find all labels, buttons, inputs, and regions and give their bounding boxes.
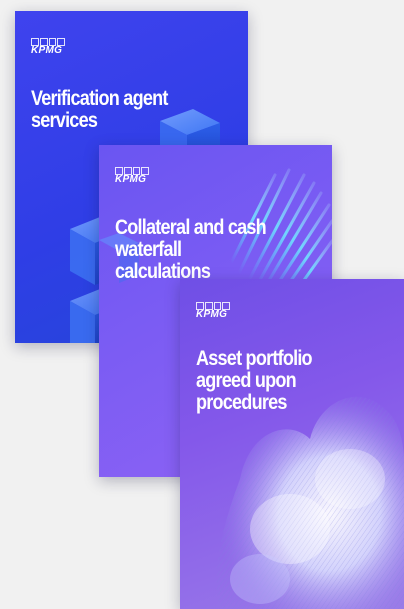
title-line: procedures [196, 391, 287, 414]
kpmg-logo: KPMG [196, 302, 230, 322]
title-line: Asset portfolio [196, 347, 313, 370]
title-line: agreed upon [196, 369, 297, 392]
logo-text: KPMG [115, 174, 147, 185]
card-title: Collateral and cash waterfall calculatio… [115, 217, 321, 283]
logo-text: KPMG [31, 45, 63, 56]
title-line: waterfall [115, 238, 182, 261]
logo-text: KPMG [196, 309, 228, 320]
kpmg-logo: KPMG [115, 167, 149, 187]
kpmg-logo: KPMG [31, 38, 65, 58]
brochure-cover-asset-portfolio[interactable]: KPMG Asset portfolio agreed upon procedu… [180, 279, 404, 609]
card-title: Asset portfolio agreed upon procedures [196, 348, 402, 414]
title-line: Collateral and cash [115, 216, 267, 239]
title-line: Verification agent [31, 87, 168, 110]
title-line: services [31, 109, 98, 132]
card-title: Verification agent services [31, 88, 237, 132]
coral-sculpture-illustration [216, 396, 404, 609]
